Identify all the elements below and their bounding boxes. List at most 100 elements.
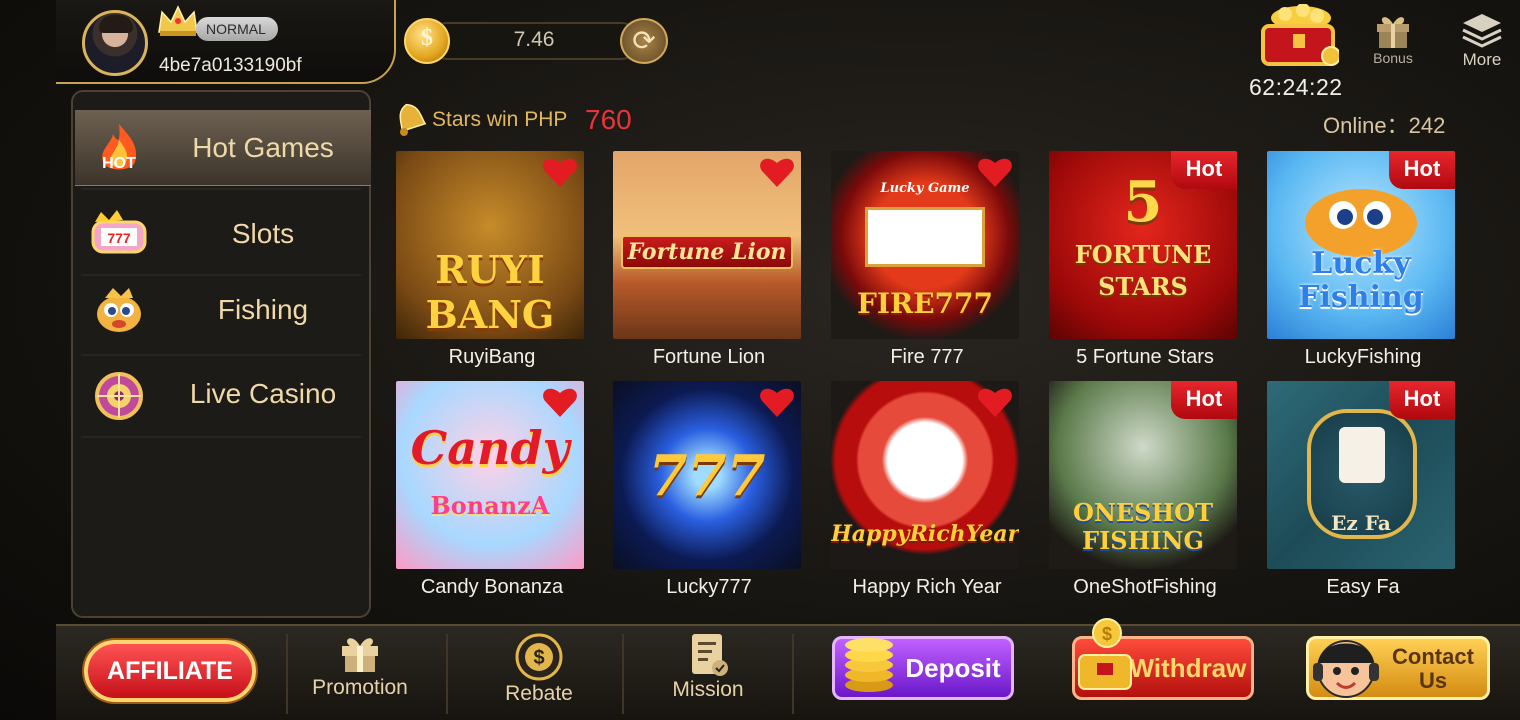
divider xyxy=(81,436,361,438)
sidebar-item-slots[interactable]: 777 Slots xyxy=(75,196,371,272)
favorite-heart-icon[interactable] xyxy=(977,385,1013,419)
gift-icon xyxy=(342,638,378,672)
game-art-title: RUYI BANG xyxy=(425,247,555,337)
mission-label: Mission xyxy=(672,678,744,701)
game-art-title: FORTUNE STARS xyxy=(1074,240,1212,301)
divider xyxy=(622,634,624,714)
sidebar-item-label: Slots xyxy=(231,218,295,249)
game-tile-candy-bonanza[interactable]: Candy BonanzA xyxy=(396,381,584,569)
game-tile-5-fortune-stars[interactable]: 5 FORTUNE STARS Hot xyxy=(1049,151,1237,339)
withdraw-label: Withdraw xyxy=(1129,653,1247,683)
divider xyxy=(446,634,448,714)
crown-icon xyxy=(158,5,198,36)
svg-text:$: $ xyxy=(533,647,544,669)
deposit-button[interactable]: Deposit xyxy=(832,636,1014,700)
game-tile-happy-rich-year[interactable]: HappyRichYear xyxy=(831,381,1019,569)
game-tile-lucky777[interactable]: 777 xyxy=(613,381,801,569)
mission-button[interactable]: Mission xyxy=(662,632,754,718)
online-count: Online：242 xyxy=(1323,113,1446,138)
deposit-label: Deposit xyxy=(905,653,1001,683)
game-name: Fire 777 xyxy=(890,346,964,368)
sidebar-item-live-casino[interactable]: Live Casino xyxy=(75,356,371,432)
countdown-timer: 62:24:22 xyxy=(1249,74,1343,100)
divider xyxy=(792,634,794,714)
sidebar-item-fishing[interactable]: Fishing xyxy=(75,272,371,348)
game-tile-easy-fa[interactable]: Ez Fa Hot xyxy=(1267,381,1455,569)
favorite-heart-icon[interactable] xyxy=(759,385,795,419)
jackpot-amount: 760 xyxy=(585,104,632,135)
game-name: Fortune Lion xyxy=(652,346,766,368)
more-label: More xyxy=(1462,50,1502,69)
game-tile-fire-777[interactable]: Lucky Game FIRE777 xyxy=(831,151,1019,339)
promotion-button[interactable]: Promotion xyxy=(310,632,410,718)
coin-stack-icon xyxy=(845,638,893,692)
game-name: LuckyFishing xyxy=(1304,346,1422,368)
rebate-label: Rebate xyxy=(505,682,573,705)
slot-machine-icon: 777 xyxy=(91,210,147,254)
svg-text:$: $ xyxy=(1102,624,1112,644)
divider xyxy=(286,634,288,714)
game-name: Easy Fa xyxy=(1326,576,1400,598)
game-name: RuyiBang xyxy=(448,346,536,368)
user-id: 4be7a0133190bf xyxy=(159,55,302,76)
task-list-icon xyxy=(692,634,728,676)
contact-us-button[interactable]: Contact Us xyxy=(1306,636,1490,700)
game-tile-luckyfishing[interactable]: Lucky Fishing Hot xyxy=(1267,151,1455,339)
sidebar-item-label: Fishing xyxy=(217,294,309,325)
favorite-heart-icon[interactable] xyxy=(977,155,1013,189)
game-art-title: Lucky Fishing xyxy=(1298,246,1424,315)
favorite-heart-icon[interactable] xyxy=(542,385,578,419)
fish-icon xyxy=(97,288,141,332)
game-name: OneShotFishing xyxy=(1073,576,1217,598)
balance-value: 7.46 xyxy=(513,28,555,51)
game-art-title: Fortune Lion xyxy=(627,239,787,265)
bonus-label: Bonus xyxy=(1373,50,1413,66)
bottom-nav-bar xyxy=(56,624,1520,720)
hot-badge-text: HOT xyxy=(102,155,136,172)
withdraw-button[interactable]: $ Withdraw xyxy=(1072,618,1254,700)
favorite-heart-icon[interactable] xyxy=(542,155,578,189)
support-agent-icon xyxy=(1313,640,1379,698)
game-tile-ruyibang[interactable]: RUYI BANG xyxy=(396,151,584,339)
sidebar-item-hot-games[interactable]: HOT Hot Games xyxy=(75,110,371,186)
hot-badge: Hot xyxy=(1171,381,1237,419)
mahjong-tile xyxy=(1339,427,1385,483)
bonus-button[interactable]: Bonus xyxy=(1366,10,1420,74)
hot-badge: Hot xyxy=(1389,151,1455,189)
bell-icon xyxy=(399,103,427,136)
hot-badge: Hot xyxy=(1389,381,1455,419)
gift-icon xyxy=(1377,17,1409,48)
profile-panel[interactable]: NORMAL 4be7a0133190bf xyxy=(56,0,396,84)
game-art-title: 777 xyxy=(648,443,766,509)
game-name: 5 Fortune Stars xyxy=(1076,346,1214,368)
sidebar-item-label: Live Casino xyxy=(189,378,337,409)
hot-flame-icon: HOT xyxy=(102,124,136,172)
game-name: Candy Bonanza xyxy=(420,576,564,598)
refresh-balance-icon[interactable] xyxy=(620,18,668,64)
coin-dollar-icon: $ xyxy=(515,633,563,681)
avatar[interactable] xyxy=(82,10,148,76)
svg-text:777: 777 xyxy=(107,230,131,246)
treasure-chest-icon[interactable] xyxy=(1255,4,1339,70)
game-tile-oneshotfishing[interactable]: ONESHOT FISHING Hot xyxy=(1049,381,1237,569)
contact-label-line2: Us xyxy=(1418,668,1448,693)
game-art-title: FIRE777 xyxy=(856,287,994,320)
layers-icon xyxy=(1462,14,1502,48)
game-art-subtitle: BonanzA xyxy=(430,491,550,520)
rebate-button[interactable]: $ Rebate xyxy=(494,632,584,718)
sidebar-item-label: Hot Games xyxy=(192,132,334,163)
hot-badge: Hot xyxy=(1171,151,1237,189)
category-sidebar: HOT Hot Games 777 Slots Fishing Live Cas… xyxy=(71,90,371,618)
game-tile-fortune-lion[interactable]: Fortune Lion xyxy=(613,151,801,339)
game-art-title: HappyRichYear xyxy=(831,521,1019,547)
promotion-label: Promotion xyxy=(312,676,408,699)
game-art-title: Ez Fa xyxy=(1331,511,1391,535)
more-button[interactable]: More xyxy=(1455,12,1509,74)
favorite-heart-icon[interactable] xyxy=(759,155,795,189)
roulette-wheel-icon xyxy=(95,372,143,420)
coin-icon xyxy=(404,18,450,64)
jackpot-ticker-text: Stars win PHP xyxy=(432,108,568,131)
game-art-title: ONESHOT FISHING xyxy=(1073,498,1213,555)
game-name: Happy Rich Year xyxy=(852,576,1002,598)
affiliate-button[interactable]: AFFILIATE xyxy=(84,640,256,702)
